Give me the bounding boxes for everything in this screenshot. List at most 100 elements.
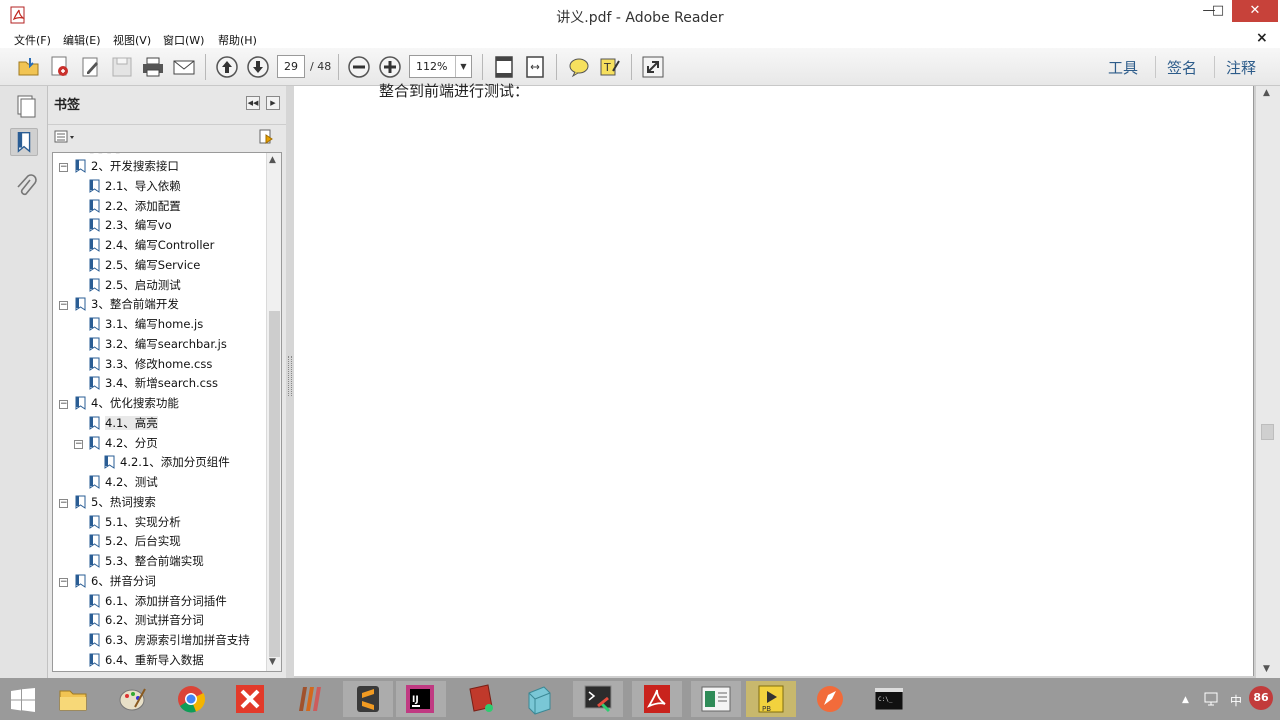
bookmarks-button[interactable] xyxy=(10,128,38,156)
expander-icon[interactable]: − xyxy=(59,163,68,172)
bookmark-item[interactable]: 6、拼音分词 xyxy=(75,573,156,592)
taskbar-sublime[interactable] xyxy=(343,681,393,717)
bookmark-item[interactable]: 4.2.1、添加分页组件 xyxy=(104,454,230,473)
taskbar-cmd[interactable]: C:\_ xyxy=(864,681,914,717)
tab-tools[interactable]: 工具 xyxy=(1108,57,1138,78)
bookmark-item[interactable]: 4.1、高亮 xyxy=(89,415,158,434)
taskbar-adobe-reader[interactable] xyxy=(632,681,682,717)
bookmark-item[interactable]: 5.3、整合前端实现 xyxy=(89,553,204,572)
taskbar-intellij[interactable]: IJ xyxy=(396,681,446,717)
save-button[interactable] xyxy=(110,55,134,79)
menu-window[interactable]: 窗口(W) xyxy=(163,32,204,48)
network-icon[interactable] xyxy=(1203,692,1219,709)
expander-icon[interactable]: − xyxy=(59,577,68,587)
bookmark-item[interactable]: 2.4、编写Controller xyxy=(89,237,214,256)
tab-sign[interactable]: 签名 xyxy=(1167,57,1197,78)
scroll-thumb[interactable] xyxy=(269,311,280,657)
maximize-button[interactable]: □ xyxy=(1203,0,1233,22)
menu-file[interactable]: 文件(F) xyxy=(14,32,51,48)
bookmark-item[interactable]: 6.1、添加拼音分词插件 xyxy=(89,593,227,612)
bookmark-item[interactable]: 3.2、编写searchbar.js xyxy=(89,336,227,355)
taskbar-recorder[interactable]: PB xyxy=(746,681,796,717)
page-number-input[interactable]: 29 xyxy=(277,55,305,78)
bookmark-item[interactable]: 2.1、导入依赖 xyxy=(89,178,181,197)
create-pdf-button[interactable] xyxy=(48,55,72,79)
fit-width-button[interactable] xyxy=(523,55,547,79)
menu-view[interactable]: 视图(V) xyxy=(113,32,151,48)
menu-edit[interactable]: 编辑(E) xyxy=(63,32,101,48)
tab-comment[interactable]: 注释 xyxy=(1226,57,1256,78)
expand-panel-icon[interactable]: ▶ xyxy=(266,96,280,110)
next-page-button[interactable] xyxy=(246,55,270,79)
zoom-in-button[interactable] xyxy=(378,55,402,79)
taskbar-sketch[interactable] xyxy=(514,681,564,717)
scroll-up-icon[interactable]: ▲ xyxy=(269,155,276,165)
bookmark-item[interactable]: 4.2、测试 xyxy=(89,474,158,493)
scroll-down-icon[interactable]: ▼ xyxy=(1263,664,1270,674)
bookmark-item[interactable]: 5、热词搜索 xyxy=(75,494,156,513)
open-file-button[interactable] xyxy=(17,55,41,79)
bookmark-item[interactable]: 3.3、修改home.css xyxy=(89,356,212,375)
document-scrollbar[interactable]: ▲ ▼ xyxy=(1256,86,1280,678)
comment-button[interactable] xyxy=(567,55,591,79)
intellij-icon: IJ xyxy=(406,685,434,713)
bookmark-item[interactable]: 6.4、重新导入数据 xyxy=(89,652,204,671)
bookmark-item[interactable]: 5.2、后台实现 xyxy=(89,533,181,552)
bookmark-item[interactable]: 2、开发搜索接口 xyxy=(75,158,179,177)
expander-icon[interactable]: − xyxy=(59,301,68,311)
bookmark-item[interactable]: 3、整合前端开发 xyxy=(75,296,179,315)
previous-page-button[interactable] xyxy=(215,55,239,79)
document-close-button[interactable]: × xyxy=(1256,30,1268,46)
bookmark-icon xyxy=(89,317,100,331)
taskbar-xmind[interactable] xyxy=(225,681,275,717)
bookmark-scrollbar[interactable]: ▲ ▼ xyxy=(266,153,281,671)
window-icon xyxy=(701,686,731,712)
expand-bookmark-icon[interactable] xyxy=(258,129,274,145)
collapse-panel-icon[interactable]: ◀◀ xyxy=(246,96,260,110)
expander-icon[interactable]: − xyxy=(74,439,83,449)
bookmark-item[interactable]: 6.3、房源索引增加拼音支持 xyxy=(89,632,250,651)
tray-overflow-icon[interactable]: ▲ xyxy=(1182,695,1189,705)
bookmark-item[interactable]: 4.2、分页 xyxy=(89,435,158,454)
splitter-grip[interactable] xyxy=(288,356,292,396)
bookmark-item[interactable]: 2.3、编写vo xyxy=(89,217,172,236)
taskbar-explorer[interactable] xyxy=(48,681,98,717)
bookmark-item[interactable]: 2.5、编写Service xyxy=(89,257,200,276)
close-button[interactable]: ✕ xyxy=(1232,0,1278,22)
scroll-down-icon[interactable]: ▼ xyxy=(269,657,276,667)
bookmark-item[interactable]: 3.1、编写home.js xyxy=(89,316,203,335)
scroll-thumb[interactable] xyxy=(1261,424,1274,440)
bookmark-item[interactable]: 5.1、实现分析 xyxy=(89,514,181,533)
fit-page-button[interactable] xyxy=(492,55,516,79)
email-button[interactable] xyxy=(172,55,196,79)
zoom-out-button[interactable] xyxy=(347,55,371,79)
taskbar-terminal-tool[interactable] xyxy=(573,681,623,717)
bookmark-item[interactable]: 6.2、测试拼音分词 xyxy=(89,612,204,631)
print-button[interactable] xyxy=(141,55,165,79)
edit-pdf-button[interactable] xyxy=(79,55,103,79)
taskbar-document-viewer[interactable] xyxy=(691,681,741,717)
scroll-up-icon[interactable]: ▲ xyxy=(1263,88,1270,98)
bookmark-item[interactable]: 2.2、添加配置 xyxy=(89,198,181,217)
highlight-text-button[interactable]: T xyxy=(598,55,622,79)
full-screen-button[interactable] xyxy=(641,55,665,79)
options-menu-icon[interactable] xyxy=(54,130,76,144)
bookmark-item[interactable]: 2.5、启动测试 xyxy=(89,277,181,296)
notification-badge[interactable]: 86 xyxy=(1249,686,1273,710)
taskbar-winrar[interactable] xyxy=(284,681,334,717)
bookmark-item[interactable]: 3.4、新增search.css xyxy=(89,375,218,394)
page-thumbnails-button[interactable] xyxy=(12,92,40,120)
attachments-button[interactable] xyxy=(12,172,40,200)
expander-icon[interactable]: − xyxy=(59,400,68,409)
menu-help[interactable]: 帮助(H) xyxy=(218,32,257,48)
ime-indicator[interactable]: 中 xyxy=(1230,692,1242,709)
taskbar-postman[interactable] xyxy=(805,681,855,717)
taskbar-paint[interactable] xyxy=(107,681,157,717)
bookmark-item[interactable]: 4、优化搜索功能 xyxy=(75,395,179,414)
expander-icon[interactable]: − xyxy=(59,498,68,508)
taskbar-chrome[interactable] xyxy=(166,681,216,717)
zoom-select[interactable]: 112% ▼ xyxy=(409,55,472,78)
chevron-down-icon[interactable]: ▼ xyxy=(455,56,471,77)
windows-start-button[interactable] xyxy=(10,688,36,712)
taskbar-notebook[interactable] xyxy=(455,681,505,717)
